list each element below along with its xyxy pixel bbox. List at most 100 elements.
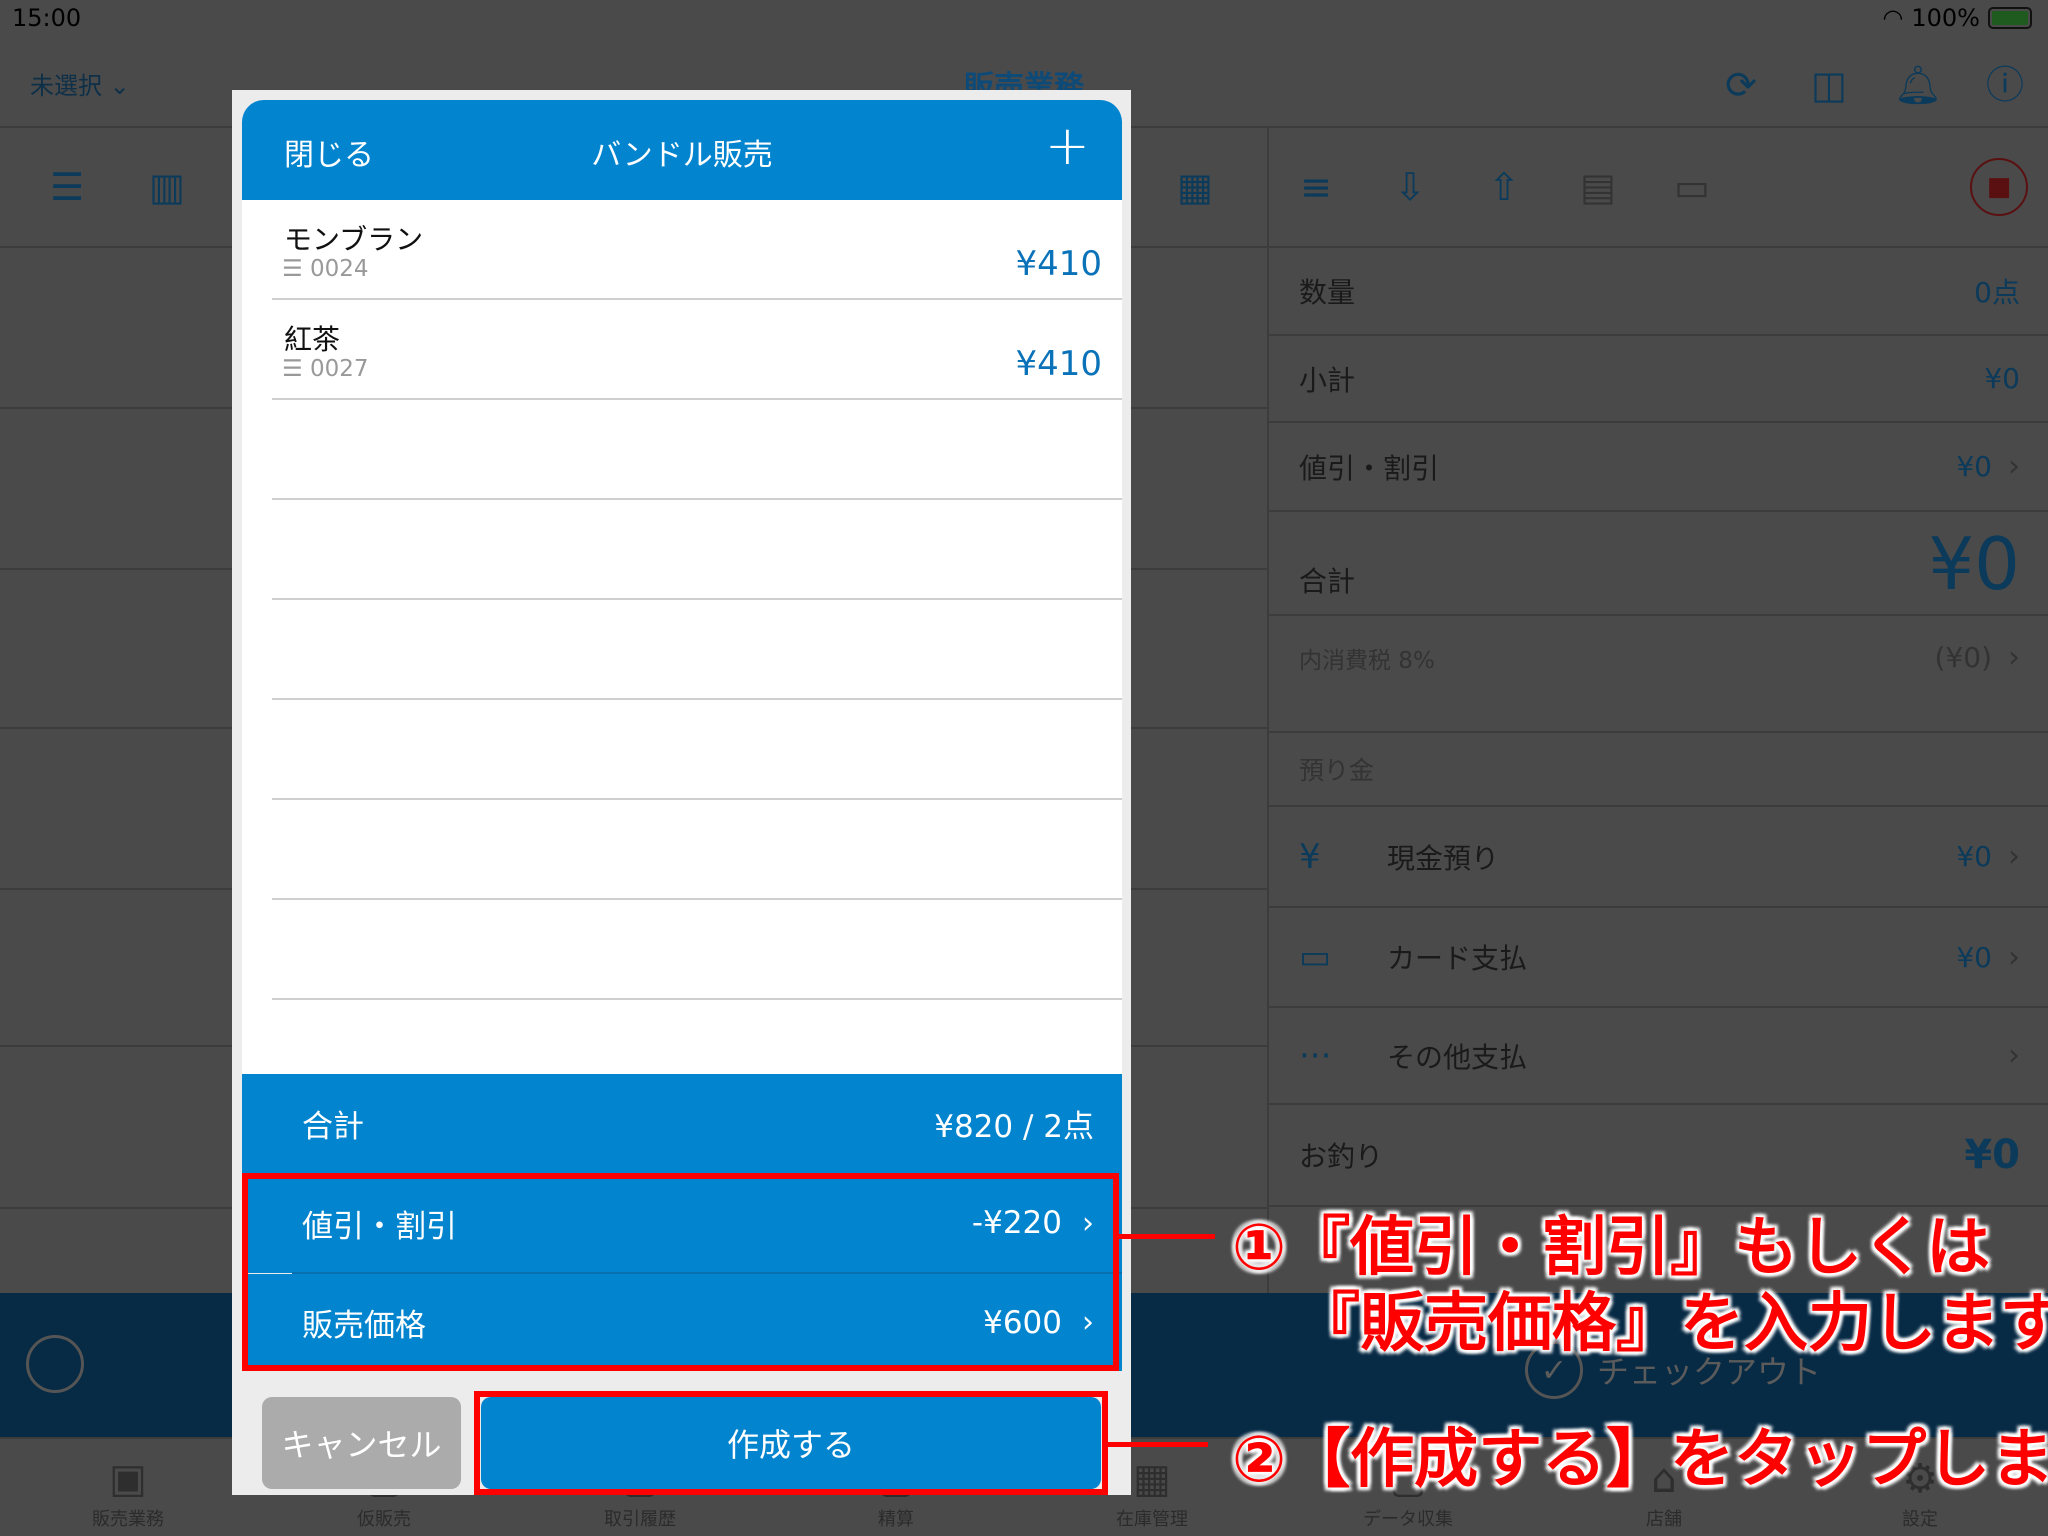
card-row[interactable]: ▭ カード支払 ¥0 › bbox=[1269, 906, 2048, 1006]
item-name: 紅茶 bbox=[284, 323, 341, 356]
more-dots-icon: ··· bbox=[1299, 1035, 1332, 1076]
tab-label: 取引履歴 bbox=[604, 1509, 676, 1530]
list-item[interactable]: 紅茶 ☰ 0027 ¥410 bbox=[272, 300, 1122, 400]
modal-header: 閉じる バンドル販売 + bbox=[242, 100, 1122, 200]
empty-row bbox=[272, 500, 1122, 600]
item-code: ☰ 0027 bbox=[282, 356, 368, 382]
item-price: ¥410 bbox=[1015, 344, 1102, 384]
card-label: カード支払 bbox=[1387, 942, 1528, 975]
tab-label: 販売業務 bbox=[92, 1509, 164, 1530]
change-row: お釣り ¥0 bbox=[1269, 1105, 2048, 1207]
annotation-step2: ②【作成する】をタップします bbox=[1232, 1423, 2048, 1497]
item-price: ¥410 bbox=[1015, 244, 1102, 284]
empty-row bbox=[272, 800, 1122, 900]
add-icon[interactable]: + bbox=[1045, 114, 1090, 177]
subtotal-label: 小計 bbox=[1299, 363, 1356, 397]
cash-value: ¥0 bbox=[1956, 840, 1992, 873]
bundle-total-row: 合計 ¥820 / 2点 bbox=[242, 1074, 1122, 1173]
highlight-box bbox=[474, 1391, 1108, 1495]
bundle-item-list: モンブラン ☰ 0024 ¥410 紅茶 ☰ 0027 ¥410 bbox=[242, 200, 1122, 1074]
stop-icon[interactable]: ■ bbox=[1970, 158, 2028, 216]
deposit-header: 預り金 bbox=[1269, 731, 2048, 807]
chevron-right-icon: › bbox=[2008, 640, 2020, 675]
chevron-right-icon: › bbox=[2008, 1038, 2020, 1073]
list-icon[interactable]: ☰ bbox=[44, 164, 90, 210]
discount-value: ¥0 bbox=[1956, 450, 1992, 483]
chevron-right-icon: › bbox=[2008, 839, 2020, 874]
chevron-right-icon: › bbox=[2008, 449, 2020, 484]
annotation-step1-line2: 『販売価格』を入力します bbox=[1296, 1287, 2048, 1361]
right-toolbar: ≡ ⇩ ⇧ ▤ ▭ ■ bbox=[1267, 128, 2048, 248]
modal-title: バンドル販売 bbox=[591, 138, 773, 173]
item-code-value: 0027 bbox=[309, 356, 369, 382]
empty-row bbox=[272, 600, 1122, 700]
help-icon[interactable]: ⓘ bbox=[1982, 62, 2028, 108]
total-label: 合計 bbox=[1299, 565, 1356, 598]
empty-row bbox=[272, 900, 1122, 1000]
tab-label: 精算 bbox=[878, 1509, 914, 1530]
cash-row[interactable]: ¥ 現金預り ¥0 › bbox=[1269, 807, 2048, 906]
bundle-sale-modal: 閉じる バンドル販売 + モンブラン ☰ 0024 ¥410 紅茶 ☰ 0027 ¥41… bbox=[232, 90, 1131, 1495]
tab-label: 設定 bbox=[1902, 1509, 1938, 1530]
annotation-connector bbox=[1108, 1442, 1208, 1447]
receipt-icon[interactable]: ▤ bbox=[1575, 164, 1621, 210]
bundle-total-label: 合計 bbox=[302, 1109, 364, 1145]
battery-percent: 100% bbox=[1911, 4, 1980, 32]
quantity-value: 0点 bbox=[1974, 276, 2020, 309]
add-list-icon[interactable]: ≡ bbox=[1293, 164, 1339, 210]
quantity-label: 数量 bbox=[1299, 276, 1356, 309]
discount-row[interactable]: 値引・割引 ¥0 › bbox=[1269, 423, 2048, 512]
item-code-value: 0024 bbox=[309, 256, 369, 282]
tax-value: (¥0) bbox=[1934, 641, 1992, 674]
annotation-connector bbox=[1119, 1234, 1215, 1239]
change-label: お釣り bbox=[1299, 1140, 1384, 1173]
subtotal-value: ¥0 bbox=[1984, 362, 2020, 395]
discount-label: 値引・割引 bbox=[1299, 451, 1440, 485]
tax-label: 内消費税 8% bbox=[1299, 647, 1435, 674]
tray-in-icon[interactable]: ⇩ bbox=[1387, 164, 1433, 210]
drawer-icon[interactable]: ▭ bbox=[1669, 164, 1715, 210]
grid-icon[interactable]: ▦ bbox=[1172, 164, 1218, 210]
tray-out-icon[interactable]: ⇧ bbox=[1481, 164, 1527, 210]
tab-label: 店舗 bbox=[1646, 1509, 1682, 1530]
other-payment-label: その他支払 bbox=[1387, 1040, 1528, 1074]
summary-pane: 数量 0点 小計 ¥0 値引・割引 ¥0 › 合計 ¥0 内消費税 8% (¥0) › 預り金… bbox=[1267, 248, 2048, 1293]
total-value: ¥0 bbox=[1928, 522, 2020, 606]
tax-row[interactable]: 内消費税 8% (¥0) › bbox=[1269, 616, 2048, 699]
empty-row bbox=[272, 700, 1122, 800]
subtotal-row: 小計 ¥0 bbox=[1269, 336, 2048, 423]
yen-coin-icon: ¥ bbox=[1299, 836, 1321, 877]
refresh-icon[interactable]: ⟳ bbox=[1718, 62, 1764, 108]
deposit-header-label: 預り金 bbox=[1299, 756, 1375, 785]
tab-label: 在庫管理 bbox=[1116, 1509, 1188, 1530]
status-bar: 15:00 ◠ 100% bbox=[0, 0, 2048, 40]
item-code: ☰ 0024 bbox=[282, 256, 368, 282]
card-value: ¥0 bbox=[1956, 940, 1992, 974]
change-value: ¥0 bbox=[1964, 1132, 2020, 1178]
barcode-icon[interactable]: ▥ bbox=[144, 164, 190, 210]
tab-sales[interactable]: ▣ 販売業務 bbox=[0, 1439, 256, 1536]
tab-label: 仮販売 bbox=[357, 1509, 411, 1530]
customer-avatar-icon[interactable] bbox=[26, 1335, 84, 1393]
item-name: モンブラン bbox=[284, 223, 424, 256]
list-item[interactable]: モンブラン ☰ 0024 ¥410 bbox=[272, 200, 1122, 300]
empty-row bbox=[272, 400, 1122, 500]
register-icon: ▣ bbox=[109, 1456, 147, 1502]
other-payment-row[interactable]: ··· その他支払 › bbox=[1269, 1006, 2048, 1105]
quantity-row: 数量 0点 bbox=[1269, 248, 2048, 336]
cash-label: 現金預り bbox=[1387, 841, 1500, 875]
bundle-total-value: ¥820 / 2点 bbox=[934, 1109, 1094, 1145]
chevron-right-icon: › bbox=[2008, 939, 2020, 975]
credit-card-icon: ▭ bbox=[1299, 937, 1332, 977]
highlight-box bbox=[242, 1173, 1119, 1371]
status-time: 15:00 bbox=[12, 4, 82, 32]
tab-label: データ収集 bbox=[1363, 1509, 1453, 1530]
cancel-button[interactable]: キャンセル bbox=[262, 1397, 461, 1489]
split-view-icon[interactable]: ◫ bbox=[1806, 62, 1852, 108]
wifi-icon: ◠ bbox=[1882, 4, 1904, 32]
bell-icon[interactable]: 🔔︎ bbox=[1894, 62, 1942, 108]
total-row: 合計 ¥0 bbox=[1269, 512, 2048, 616]
code-icon: ☰ bbox=[282, 256, 303, 282]
code-icon: ☰ bbox=[282, 356, 303, 382]
battery-icon bbox=[1988, 7, 2032, 29]
